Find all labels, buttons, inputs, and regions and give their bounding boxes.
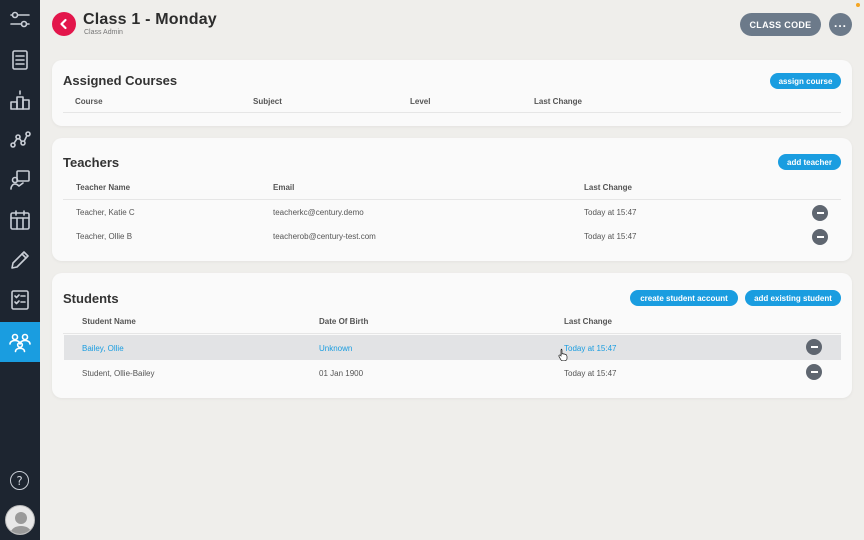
column-header: Subject: [253, 97, 282, 106]
sidebar-item-calendar[interactable]: [0, 200, 40, 240]
assigned-courses-card: Assigned Courses assign course Course Su…: [52, 60, 852, 126]
network-icon: [10, 131, 31, 148]
sliders-icon: [10, 11, 30, 28]
create-student-account-button[interactable]: create student account: [630, 290, 738, 306]
teacher-email: teacherkc@century.demo: [273, 208, 364, 217]
sidebar-item-pathway[interactable]: [0, 120, 40, 160]
table-row-highlight: [64, 335, 841, 360]
sidebar-item-teach[interactable]: [0, 160, 40, 200]
teacher-name: Teacher, Katie C: [76, 208, 135, 217]
list-icon: [12, 50, 28, 70]
column-header: Teacher Name: [76, 183, 131, 192]
sidebar-item-list[interactable]: [0, 40, 40, 80]
card-title: Assigned Courses: [63, 73, 178, 88]
last-change: Today at 15:47: [584, 232, 637, 241]
podium-icon: [10, 90, 30, 110]
help-icon[interactable]: ?: [10, 471, 29, 490]
column-header: Last Change: [584, 183, 633, 192]
add-teacher-button[interactable]: add teacher: [778, 154, 841, 170]
teachers-card: Teachers add teacher Teacher Name Email …: [52, 138, 852, 261]
class-code-button[interactable]: CLASS CODE: [740, 13, 821, 36]
pencil-icon: [11, 251, 29, 269]
calendar-icon: [10, 210, 30, 230]
more-options-button[interactable]: ...: [829, 13, 852, 36]
notification-dot: [856, 3, 860, 7]
remove-icon[interactable]: [812, 205, 828, 221]
avatar[interactable]: [5, 505, 35, 535]
presentation-icon: [10, 170, 30, 190]
last-change: Today at 15:47: [564, 369, 617, 378]
page-subtitle: Class Admin: [84, 29, 123, 36]
column-header: Student Name: [82, 317, 136, 326]
column-header: Last Change: [534, 97, 583, 106]
users-icon: [9, 333, 31, 353]
column-header: Course: [75, 97, 103, 106]
student-name[interactable]: Student, Ollie-Bailey: [82, 369, 154, 378]
sidebar: ?: [0, 0, 40, 540]
student-dob: 01 Jan 1900: [319, 369, 364, 378]
student-name[interactable]: Bailey, Ollie: [82, 344, 124, 353]
sidebar-item-edit[interactable]: [0, 240, 40, 280]
remove-icon[interactable]: [812, 229, 828, 245]
checklist-icon: [11, 290, 29, 310]
column-header: Email: [273, 183, 295, 192]
column-header: Last Change: [564, 317, 613, 326]
back-button[interactable]: [52, 12, 76, 36]
page-title: Class 1 - Monday: [83, 11, 217, 28]
teacher-email: teacherob@century-test.com: [273, 232, 376, 241]
column-header: Date Of Birth: [319, 317, 369, 326]
sidebar-item-classes[interactable]: [0, 322, 40, 362]
sidebar-item-settings[interactable]: [0, 0, 40, 40]
add-existing-student-button[interactable]: add existing student: [745, 290, 841, 306]
remove-icon[interactable]: [806, 364, 822, 380]
card-title: Students: [63, 291, 119, 306]
student-dob: Unknown: [319, 344, 353, 353]
sidebar-item-assignments[interactable]: [0, 280, 40, 320]
sidebar-item-leaderboard[interactable]: [0, 80, 40, 120]
chevron-left-icon: [60, 18, 67, 30]
teacher-name: Teacher, Ollie B: [76, 232, 133, 241]
remove-icon[interactable]: [806, 339, 822, 355]
assign-course-button[interactable]: assign course: [770, 73, 841, 89]
students-card: Students create student account add exis…: [52, 273, 852, 398]
card-title: Teachers: [63, 155, 120, 170]
column-header: Level: [410, 97, 431, 106]
divider: [63, 333, 841, 334]
divider: [63, 199, 841, 200]
last-change: Today at 15:47: [564, 344, 617, 353]
hand-cursor-icon: [558, 348, 568, 361]
last-change: Today at 15:47: [584, 208, 637, 217]
divider: [63, 112, 841, 113]
